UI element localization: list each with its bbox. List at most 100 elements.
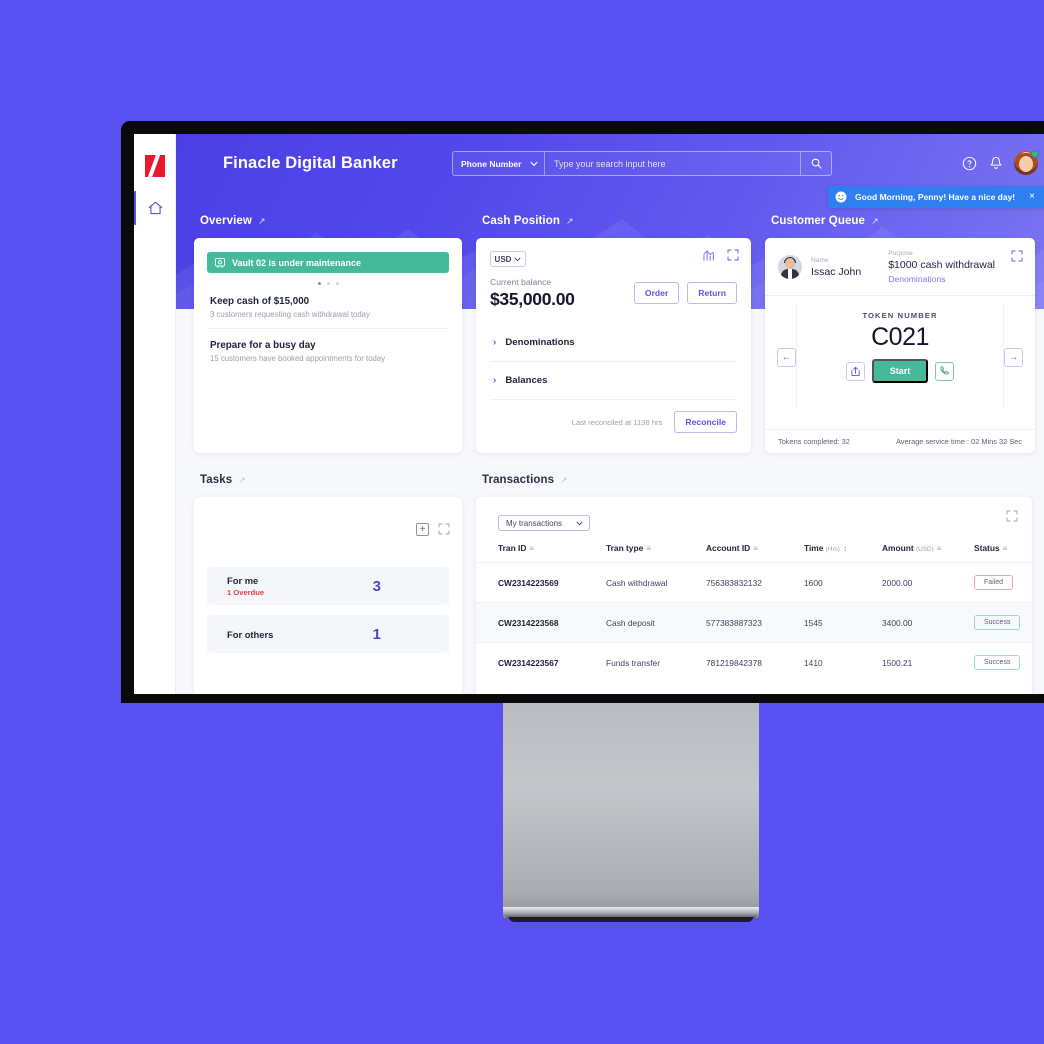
column-header-time[interactable]: Time (Hrs) ↕ bbox=[804, 543, 882, 563]
order-button[interactable]: Order bbox=[633, 282, 680, 304]
status-dot bbox=[1031, 150, 1039, 158]
search-button[interactable] bbox=[800, 152, 831, 175]
share-button[interactable] bbox=[845, 361, 865, 381]
bar-chart-icon[interactable] bbox=[703, 249, 716, 261]
overview-item-title: Keep cash of $15,000 bbox=[210, 296, 310, 307]
overview-item-subtitle: 3 customers requesting cash withdrawal t… bbox=[210, 310, 370, 319]
transactions-header: Transactions ↗ bbox=[482, 467, 1032, 493]
cell-account-id: 577383887323 bbox=[706, 617, 762, 628]
customer-queue-footer: Tokens completed: 32 Average service tim… bbox=[765, 429, 1035, 453]
tasks-column: Tasks ↗ + For me 1 Overdue 3 For others … bbox=[194, 457, 462, 694]
overview-expand-arrow-icon[interactable]: ↗ bbox=[258, 216, 266, 227]
help-button[interactable] bbox=[958, 152, 981, 175]
column-header-tran-id[interactable]: Tran ID ≡ bbox=[476, 543, 606, 563]
denominations-link[interactable]: Denominations bbox=[888, 274, 995, 284]
expand-icon[interactable] bbox=[1011, 250, 1023, 262]
expand-icon[interactable] bbox=[438, 523, 450, 535]
chevron-right-icon: › bbox=[493, 375, 497, 386]
vault-icon bbox=[215, 257, 225, 268]
customer-queue-expand-arrow-icon[interactable]: ↗ bbox=[871, 216, 879, 227]
smiley-icon bbox=[835, 191, 847, 203]
app-title: Finacle Digital Banker bbox=[223, 154, 398, 172]
task-label: For me bbox=[227, 575, 259, 586]
task-row[interactable]: For others 1 bbox=[207, 615, 449, 653]
search-input[interactable] bbox=[545, 152, 800, 175]
notification-bell-icon bbox=[990, 156, 1001, 169]
greeting-toast: Good Morning, Penny! Have a nice day! × bbox=[828, 186, 1044, 208]
status-badge: Failed bbox=[974, 575, 1014, 590]
return-button[interactable]: Return bbox=[687, 282, 737, 304]
carousel-dot[interactable] bbox=[317, 282, 321, 285]
cash-position-footer: Last reconciled at 1138 hrs Reconcile bbox=[490, 400, 737, 433]
reconcile-button[interactable]: Reconcile bbox=[674, 411, 737, 433]
tasks-header: Tasks ↗ bbox=[200, 467, 462, 493]
cash-position-card-icons bbox=[703, 249, 739, 261]
cell-amount: 3400.00 bbox=[882, 617, 913, 628]
token-column: TOKEN NUMBER C021 Start bbox=[796, 305, 1004, 409]
avatar-shirt bbox=[788, 269, 792, 279]
help-circle-icon bbox=[962, 156, 977, 171]
laptop-frame: Finacle Digital Banker Phone Number Type… bbox=[121, 121, 1044, 703]
maintenance-text: Vault 02 is under maintenance bbox=[232, 257, 362, 268]
cell-time: 1600 bbox=[804, 577, 823, 588]
notifications-button[interactable] bbox=[984, 152, 1007, 175]
overview-item[interactable]: Prepare for a busy day 15 customers have… bbox=[207, 329, 449, 372]
overview-item[interactable]: Keep cash of $15,000 3 customers request… bbox=[207, 285, 449, 329]
overview-title: Overview bbox=[200, 215, 252, 227]
balances-accordion[interactable]: › Balances bbox=[490, 362, 737, 400]
cell-status: Success bbox=[974, 643, 1032, 683]
sort-icon[interactable]: ≡ bbox=[1003, 544, 1008, 553]
cash-position-expand-arrow-icon[interactable]: ↗ bbox=[566, 216, 574, 227]
token-number: C021 bbox=[871, 323, 929, 351]
sort-icon[interactable]: ≡ bbox=[937, 544, 942, 553]
status-badge: Success bbox=[974, 615, 1021, 630]
tasks-expand-arrow-icon[interactable]: ↗ bbox=[238, 475, 246, 486]
sort-icon[interactable]: ≡ bbox=[753, 544, 758, 553]
chevron-down-icon bbox=[514, 257, 521, 261]
column-header-tran-type[interactable]: Tran type ≡ bbox=[606, 543, 706, 563]
customer-avatar bbox=[778, 255, 802, 279]
purpose-label: Purpose bbox=[888, 250, 913, 257]
task-row[interactable]: For me 1 Overdue 3 bbox=[207, 567, 449, 605]
queue-prev-button[interactable]: ← bbox=[777, 347, 796, 367]
column-header-account-id[interactable]: Account ID ≡ bbox=[706, 543, 804, 563]
queue-next-button[interactable]: → bbox=[1004, 347, 1023, 367]
add-task-button[interactable]: + bbox=[416, 523, 429, 536]
expand-icon[interactable] bbox=[727, 249, 739, 261]
cash-position-header: Cash Position ↗ bbox=[482, 208, 751, 234]
carousel-dot[interactable] bbox=[326, 282, 330, 285]
overview-card: Vault 02 is under maintenance Keep cash … bbox=[194, 238, 462, 453]
purpose-value: $1000 cash withdrawal bbox=[888, 259, 996, 271]
transactions-expand-arrow-icon[interactable]: ↗ bbox=[560, 475, 568, 486]
overview-column: Overview ↗ Vault 02 is under maintenance bbox=[194, 198, 462, 453]
denominations-accordion[interactable]: › Denominations bbox=[490, 324, 737, 362]
name-label: Name bbox=[811, 256, 829, 264]
carousel-dot[interactable] bbox=[335, 282, 339, 285]
sort-icon[interactable]: ≡ bbox=[646, 544, 651, 553]
sidebar-item-home[interactable] bbox=[134, 189, 176, 227]
sort-icon[interactable]: ≡ bbox=[529, 544, 534, 553]
laptop-screen: Finacle Digital Banker Phone Number Type… bbox=[134, 134, 1044, 694]
cell-account-id: 781219842378 bbox=[706, 657, 762, 668]
column-header-status[interactable]: Status ≡ bbox=[974, 543, 1032, 563]
cell-amount: 2000.00 bbox=[882, 577, 913, 588]
task-overdue: 1 Overdue bbox=[227, 588, 265, 597]
home-icon bbox=[148, 201, 162, 215]
call-button[interactable] bbox=[935, 361, 955, 381]
avatar-head bbox=[785, 258, 795, 269]
transactions-filter-select[interactable]: My transactions bbox=[498, 515, 590, 531]
column-label: Tran ID bbox=[498, 543, 527, 553]
close-icon[interactable]: × bbox=[1029, 192, 1035, 202]
start-button[interactable]: Start bbox=[871, 359, 929, 383]
search-type-select[interactable]: Phone Number bbox=[453, 152, 545, 175]
sort-icon[interactable]: ↕ bbox=[843, 544, 847, 553]
cash-position-column: Cash Position ↗ USD Current balance $35,… bbox=[476, 198, 751, 453]
expand-icon[interactable] bbox=[1006, 510, 1018, 522]
table-row[interactable]: CW2314223567 Funds transfer 781219842378… bbox=[476, 642, 1032, 683]
column-header-amount[interactable]: Amount (USD) ≡ bbox=[882, 543, 974, 563]
table-row[interactable]: CW2314223568 Cash deposit 577383887323 1… bbox=[476, 602, 1032, 643]
avatar[interactable] bbox=[1014, 150, 1039, 175]
table-row[interactable]: CW2314223569 Cash withdrawal 75638383213… bbox=[476, 562, 1032, 603]
currency-select[interactable]: USD bbox=[490, 251, 526, 267]
customer-purpose-block: Purpose $1000 cash withdrawal Denominati… bbox=[888, 250, 995, 284]
